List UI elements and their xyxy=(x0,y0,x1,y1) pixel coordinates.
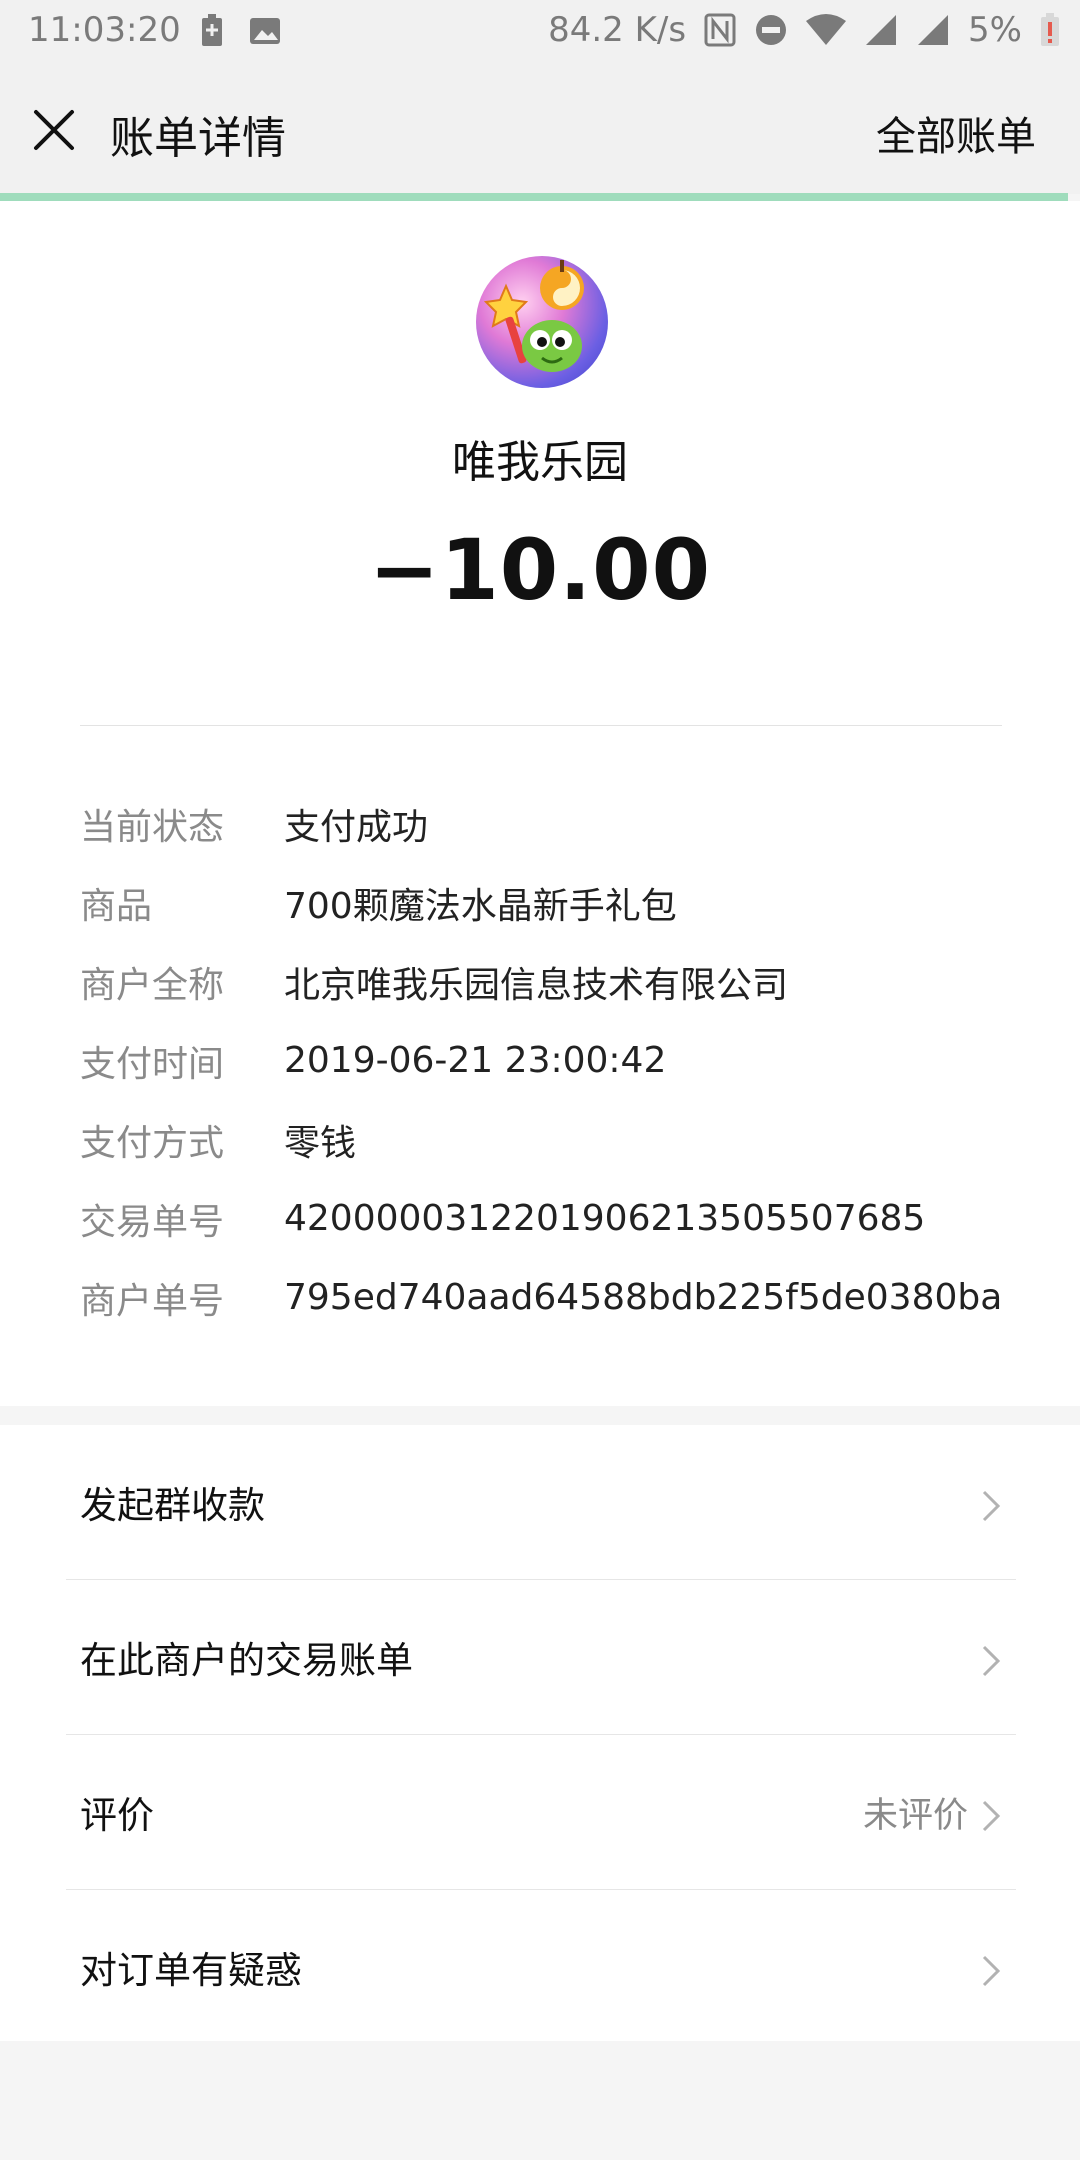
detail-label: 商品 xyxy=(80,885,153,927)
detail-label: 交易单号 xyxy=(80,1201,225,1243)
close-icon[interactable] xyxy=(28,104,80,156)
signal-icon xyxy=(866,15,897,45)
action-label: 发起群收款 xyxy=(80,1484,265,1527)
detail-value: 支付成功 xyxy=(284,806,429,848)
detail-value: 700颗魔法水晶新手礼包 xyxy=(284,885,677,927)
rating-status: 未评价 xyxy=(862,1796,968,1836)
battery-percent: 5% xyxy=(968,10,1022,50)
net-speed: 84.2 K/s xyxy=(548,10,687,50)
action-label: 在此商户的交易账单 xyxy=(80,1639,413,1682)
status-right: 84.2 K/s 5% xyxy=(548,10,1060,50)
detail-value: 2019-06-21 23:00:42 xyxy=(284,1040,667,1081)
bill-actions-list: 发起群收款 在此商户的交易账单 评价 未评价 对订单有疑惑 xyxy=(0,1425,1080,2041)
detail-value: 零钱 xyxy=(284,1122,357,1164)
detail-row-product: 商品 700颗魔法水晶新手礼包 xyxy=(80,863,1020,942)
detail-label: 商户单号 xyxy=(80,1280,225,1322)
detail-row-transaction-id: 交易单号 4200000312201906213505507685 xyxy=(80,1179,1020,1258)
status-bar: 11:03:20 84.2 K/s 5% xyxy=(0,0,1080,64)
action-rating[interactable]: 评价 未评价 xyxy=(66,1735,1016,1889)
battery-saver-icon xyxy=(202,14,222,46)
detail-row-pay-method: 支付方式 零钱 xyxy=(80,1100,1020,1179)
chevron-right-icon xyxy=(982,1645,1001,1677)
action-merchant-bills[interactable]: 在此商户的交易账单 xyxy=(66,1580,1016,1734)
detail-value: 4200000312201906213505507685 xyxy=(284,1198,926,1239)
detail-label: 当前状态 xyxy=(80,806,225,848)
battery-low-icon xyxy=(1041,13,1059,46)
merchant-name: 唯我乐园 xyxy=(452,437,628,488)
detail-value: 北京唯我乐园信息技术有限公司 xyxy=(284,964,789,1006)
progress-bar xyxy=(0,193,1068,201)
action-label: 对订单有疑惑 xyxy=(80,1949,302,1992)
detail-label: 商户全称 xyxy=(80,964,225,1006)
detail-row-pay-time: 支付时间 2019-06-21 23:00:42 xyxy=(80,1021,1020,1100)
divider xyxy=(80,725,1002,726)
bill-amount: −10.00 xyxy=(368,521,712,619)
dnd-icon xyxy=(756,15,787,45)
app-header: 账单详情 全部账单 xyxy=(0,64,1080,194)
chevron-right-icon xyxy=(982,1490,1001,1522)
status-time: 11:03:20 xyxy=(28,10,181,50)
image-icon xyxy=(250,18,280,44)
chevron-right-icon xyxy=(982,1800,1001,1832)
all-bills-link[interactable]: 全部账单 xyxy=(876,104,1036,162)
detail-label: 支付时间 xyxy=(80,1043,225,1085)
merchant-logo-icon xyxy=(483,260,584,372)
signal-icon xyxy=(918,15,949,45)
bill-summary-card: 唯我乐园 −10.00 当前状态 支付成功 商品 700颗魔法水晶新手礼包 商户… xyxy=(0,201,1080,1406)
action-label: 评价 xyxy=(80,1794,154,1837)
detail-row-merchant-fullname: 商户全称 北京唯我乐园信息技术有限公司 xyxy=(80,942,1020,1021)
chevron-right-icon xyxy=(982,1955,1001,1987)
status-left-icons xyxy=(198,14,282,48)
page-title: 账单详情 xyxy=(110,113,286,164)
bill-details: 当前状态 支付成功 商品 700颗魔法水晶新手礼包 商户全称 北京唯我乐园信息技… xyxy=(80,784,1020,1337)
detail-row-status: 当前状态 支付成功 xyxy=(80,784,1020,863)
action-group-collect[interactable]: 发起群收款 xyxy=(66,1425,1016,1579)
wifi-icon xyxy=(806,14,847,45)
detail-label: 支付方式 xyxy=(80,1122,225,1164)
nfc-icon xyxy=(704,13,736,47)
action-order-question[interactable]: 对订单有疑惑 xyxy=(66,1890,1016,2044)
merchant-avatar xyxy=(476,256,608,388)
detail-row-merchant-order-id: 商户单号 795ed740aad64588bdb225f5de0380ba xyxy=(80,1258,1020,1337)
detail-value: 795ed740aad64588bdb225f5de0380ba xyxy=(284,1277,1003,1318)
